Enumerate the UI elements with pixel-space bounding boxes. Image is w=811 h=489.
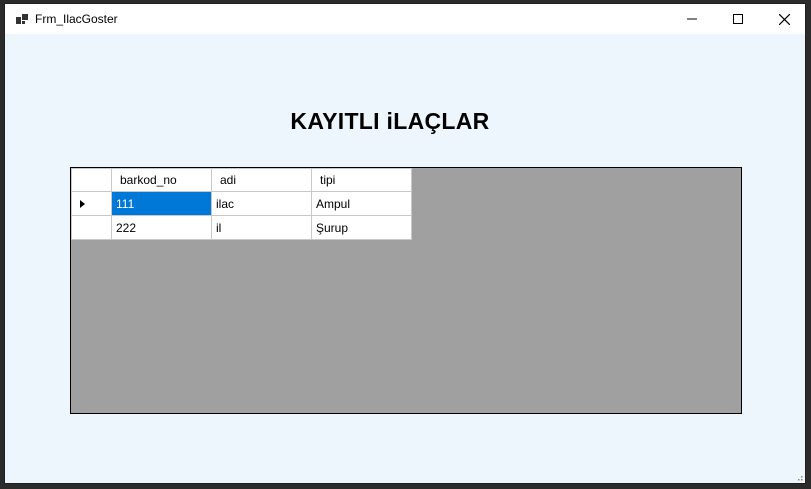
row-header[interactable] <box>71 215 112 240</box>
column-header-tipi[interactable]: tipi <box>311 168 412 192</box>
grid-header-row: barkod_no adi tipi <box>71 168 412 192</box>
grid-corner-header[interactable] <box>71 168 112 192</box>
resize-grip-icon[interactable] <box>793 471 803 481</box>
column-header-barkod-no[interactable]: barkod_no <box>111 168 212 192</box>
grid-table: barkod_no adi tipi 111 ilac Ampul 222 il… <box>71 168 412 240</box>
minimize-icon <box>687 18 697 20</box>
table-row[interactable]: 111 ilac Ampul <box>71 191 412 216</box>
maximize-icon <box>733 14 743 24</box>
cell-tipi[interactable]: Şurup <box>311 215 412 240</box>
cell-adi[interactable]: il <box>211 215 312 240</box>
close-button[interactable] <box>761 4 807 34</box>
cell-adi[interactable]: ilac <box>211 191 312 216</box>
maximize-button[interactable] <box>715 4 761 34</box>
page-title: KAYITLI iLAÇLAR <box>290 108 490 134</box>
column-header-adi[interactable]: adi <box>211 168 312 192</box>
window-title: Frm_IlacGoster <box>35 12 118 26</box>
cell-barkod-no[interactable]: 222 <box>111 215 212 240</box>
cell-tipi[interactable]: Ampul <box>311 191 412 216</box>
title-bar[interactable]: Frm_IlacGoster <box>5 4 805 34</box>
table-row[interactable]: 222 il Şurup <box>71 215 412 240</box>
minimize-button[interactable] <box>669 4 715 34</box>
cell-barkod-no[interactable]: 111 <box>111 191 212 216</box>
close-icon <box>778 13 790 25</box>
row-pointer-icon <box>80 199 85 208</box>
row-header[interactable] <box>71 191 112 216</box>
app-window-icon <box>16 14 28 24</box>
main-window: Frm_IlacGoster KAYITLI iLAÇLAR barkod_no… <box>4 3 806 484</box>
medicine-data-grid[interactable]: barkod_no adi tipi 111 ilac Ampul 222 il… <box>70 167 742 414</box>
